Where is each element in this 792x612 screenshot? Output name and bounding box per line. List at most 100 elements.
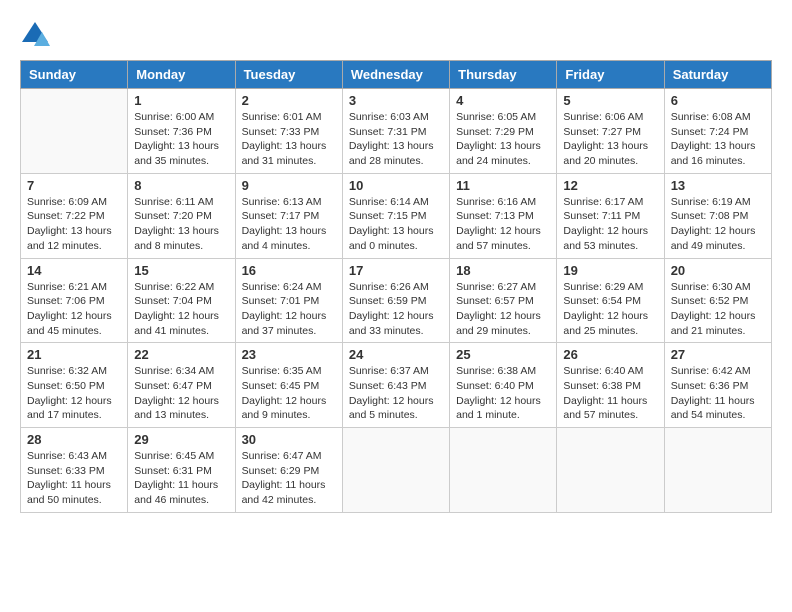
day-info: Sunrise: 6:29 AM Sunset: 6:54 PM Dayligh…	[563, 280, 657, 339]
day-number: 25	[456, 347, 550, 362]
weekday-header-wednesday: Wednesday	[342, 61, 449, 89]
day-number: 20	[671, 263, 765, 278]
day-info: Sunrise: 6:42 AM Sunset: 6:36 PM Dayligh…	[671, 364, 765, 423]
calendar-day-22: 22 Sunrise: 6:34 AM Sunset: 6:47 PM Dayli…	[128, 343, 235, 428]
calendar-day-6: 6 Sunrise: 6:08 AM Sunset: 7:24 PM Daylig…	[664, 89, 771, 174]
calendar-day-10: 10 Sunrise: 6:14 AM Sunset: 7:15 PM Dayli…	[342, 173, 449, 258]
weekday-header-row: SundayMondayTuesdayWednesdayThursdayFrid…	[21, 61, 772, 89]
calendar-day-4: 4 Sunrise: 6:05 AM Sunset: 7:29 PM Daylig…	[450, 89, 557, 174]
day-info: Sunrise: 6:21 AM Sunset: 7:06 PM Dayligh…	[27, 280, 121, 339]
calendar-day-17: 17Sunrise: 6:26 AM Sunset: 6:59 PM Dayli…	[342, 258, 449, 343]
calendar-day-15: 15 Sunrise: 6:22 AM Sunset: 7:04 PM Dayli…	[128, 258, 235, 343]
calendar-empty-cell	[557, 428, 664, 513]
calendar-day-12: 12 Sunrise: 6:17 AM Sunset: 7:11 PM Dayli…	[557, 173, 664, 258]
day-info: Sunrise: 6:47 AM Sunset: 6:29 PM Dayligh…	[242, 449, 336, 508]
calendar-row-3: 14 Sunrise: 6:21 AM Sunset: 7:06 PM Dayli…	[21, 258, 772, 343]
logo-icon	[20, 20, 50, 50]
calendar-day-14: 14 Sunrise: 6:21 AM Sunset: 7:06 PM Dayli…	[21, 258, 128, 343]
calendar-day-11: 11 Sunrise: 6:16 AM Sunset: 7:13 PM Dayli…	[450, 173, 557, 258]
day-number: 10	[349, 178, 443, 193]
page-header	[20, 20, 772, 50]
day-number: 2	[242, 93, 336, 108]
day-info: Sunrise: 6:27 AM Sunset: 6:57 PM Dayligh…	[456, 280, 550, 339]
weekday-header-monday: Monday	[128, 61, 235, 89]
calendar-day-8: 8Sunrise: 6:11 AM Sunset: 7:20 PM Daylig…	[128, 173, 235, 258]
calendar-day-21: 21 Sunrise: 6:32 AM Sunset: 6:50 PM Dayli…	[21, 343, 128, 428]
day-number: 21	[27, 347, 121, 362]
day-number: 12	[563, 178, 657, 193]
day-number: 4	[456, 93, 550, 108]
calendar-day-13: 13 Sunrise: 6:19 AM Sunset: 7:08 PM Dayli…	[664, 173, 771, 258]
day-info: Sunrise: 6:01 AM Sunset: 7:33 PM Dayligh…	[242, 110, 336, 169]
calendar-day-7: 7 Sunrise: 6:09 AM Sunset: 7:22 PM Daylig…	[21, 173, 128, 258]
day-info: Sunrise: 6:17 AM Sunset: 7:11 PM Dayligh…	[563, 195, 657, 254]
day-info: Sunrise: 6:13 AM Sunset: 7:17 PM Dayligh…	[242, 195, 336, 254]
weekday-header-tuesday: Tuesday	[235, 61, 342, 89]
day-number: 6	[671, 93, 765, 108]
calendar-day-28: 28 Sunrise: 6:43 AM Sunset: 6:33 PM Dayli…	[21, 428, 128, 513]
calendar-row-4: 21 Sunrise: 6:32 AM Sunset: 6:50 PM Dayli…	[21, 343, 772, 428]
day-number: 27	[671, 347, 765, 362]
day-info: Sunrise: 6:16 AM Sunset: 7:13 PM Dayligh…	[456, 195, 550, 254]
weekday-header-thursday: Thursday	[450, 61, 557, 89]
day-number: 16	[242, 263, 336, 278]
calendar-day-2: 2 Sunrise: 6:01 AM Sunset: 7:33 PM Daylig…	[235, 89, 342, 174]
day-number: 26	[563, 347, 657, 362]
day-info: Sunrise: 6:08 AM Sunset: 7:24 PM Dayligh…	[671, 110, 765, 169]
day-number: 22	[134, 347, 228, 362]
day-number: 28	[27, 432, 121, 447]
day-number: 7	[27, 178, 121, 193]
day-number: 14	[27, 263, 121, 278]
calendar-day-20: 20Sunrise: 6:30 AM Sunset: 6:52 PM Dayli…	[664, 258, 771, 343]
calendar-day-19: 19Sunrise: 6:29 AM Sunset: 6:54 PM Dayli…	[557, 258, 664, 343]
day-number: 18	[456, 263, 550, 278]
day-number: 11	[456, 178, 550, 193]
calendar-empty-cell	[342, 428, 449, 513]
day-info: Sunrise: 6:40 AM Sunset: 6:38 PM Dayligh…	[563, 364, 657, 423]
day-number: 23	[242, 347, 336, 362]
calendar-day-25: 25Sunrise: 6:38 AM Sunset: 6:40 PM Dayli…	[450, 343, 557, 428]
calendar-day-18: 18 Sunrise: 6:27 AM Sunset: 6:57 PM Dayli…	[450, 258, 557, 343]
day-number: 5	[563, 93, 657, 108]
day-info: Sunrise: 6:14 AM Sunset: 7:15 PM Dayligh…	[349, 195, 443, 254]
calendar-table: SundayMondayTuesdayWednesdayThursdayFrid…	[20, 60, 772, 513]
day-info: Sunrise: 6:03 AM Sunset: 7:31 PM Dayligh…	[349, 110, 443, 169]
weekday-header-friday: Friday	[557, 61, 664, 89]
day-number: 3	[349, 93, 443, 108]
day-info: Sunrise: 6:34 AM Sunset: 6:47 PM Dayligh…	[134, 364, 228, 423]
day-number: 29	[134, 432, 228, 447]
calendar-day-26: 26 Sunrise: 6:40 AM Sunset: 6:38 PM Dayli…	[557, 343, 664, 428]
calendar-day-27: 27 Sunrise: 6:42 AM Sunset: 6:36 PM Dayli…	[664, 343, 771, 428]
day-number: 1	[134, 93, 228, 108]
day-number: 13	[671, 178, 765, 193]
day-info: Sunrise: 6:32 AM Sunset: 6:50 PM Dayligh…	[27, 364, 121, 423]
calendar-day-3: 3 Sunrise: 6:03 AM Sunset: 7:31 PM Daylig…	[342, 89, 449, 174]
day-number: 24	[349, 347, 443, 362]
day-info: Sunrise: 6:37 AM Sunset: 6:43 PM Dayligh…	[349, 364, 443, 423]
day-info: Sunrise: 6:19 AM Sunset: 7:08 PM Dayligh…	[671, 195, 765, 254]
day-number: 15	[134, 263, 228, 278]
day-info: Sunrise: 6:24 AM Sunset: 7:01 PM Dayligh…	[242, 280, 336, 339]
calendar-day-1: 1Sunrise: 6:00 AM Sunset: 7:36 PM Daylig…	[128, 89, 235, 174]
calendar-day-5: 5 Sunrise: 6:06 AM Sunset: 7:27 PM Daylig…	[557, 89, 664, 174]
logo	[20, 20, 52, 50]
day-number: 9	[242, 178, 336, 193]
day-info: Sunrise: 6:09 AM Sunset: 7:22 PM Dayligh…	[27, 195, 121, 254]
calendar-day-30: 30Sunrise: 6:47 AM Sunset: 6:29 PM Dayli…	[235, 428, 342, 513]
calendar-day-9: 9 Sunrise: 6:13 AM Sunset: 7:17 PM Daylig…	[235, 173, 342, 258]
day-info: Sunrise: 6:26 AM Sunset: 6:59 PM Dayligh…	[349, 280, 443, 339]
calendar-day-16: 16 Sunrise: 6:24 AM Sunset: 7:01 PM Dayli…	[235, 258, 342, 343]
weekday-header-saturday: Saturday	[664, 61, 771, 89]
day-info: Sunrise: 6:22 AM Sunset: 7:04 PM Dayligh…	[134, 280, 228, 339]
calendar-day-23: 23Sunrise: 6:35 AM Sunset: 6:45 PM Dayli…	[235, 343, 342, 428]
calendar-row-1: 1Sunrise: 6:00 AM Sunset: 7:36 PM Daylig…	[21, 89, 772, 174]
day-info: Sunrise: 6:05 AM Sunset: 7:29 PM Dayligh…	[456, 110, 550, 169]
day-info: Sunrise: 6:45 AM Sunset: 6:31 PM Dayligh…	[134, 449, 228, 508]
calendar-empty-cell	[450, 428, 557, 513]
weekday-header-sunday: Sunday	[21, 61, 128, 89]
calendar-empty-cell	[21, 89, 128, 174]
day-info: Sunrise: 6:06 AM Sunset: 7:27 PM Dayligh…	[563, 110, 657, 169]
day-info: Sunrise: 6:43 AM Sunset: 6:33 PM Dayligh…	[27, 449, 121, 508]
calendar-day-29: 29 Sunrise: 6:45 AM Sunset: 6:31 PM Dayli…	[128, 428, 235, 513]
calendar-row-2: 7 Sunrise: 6:09 AM Sunset: 7:22 PM Daylig…	[21, 173, 772, 258]
